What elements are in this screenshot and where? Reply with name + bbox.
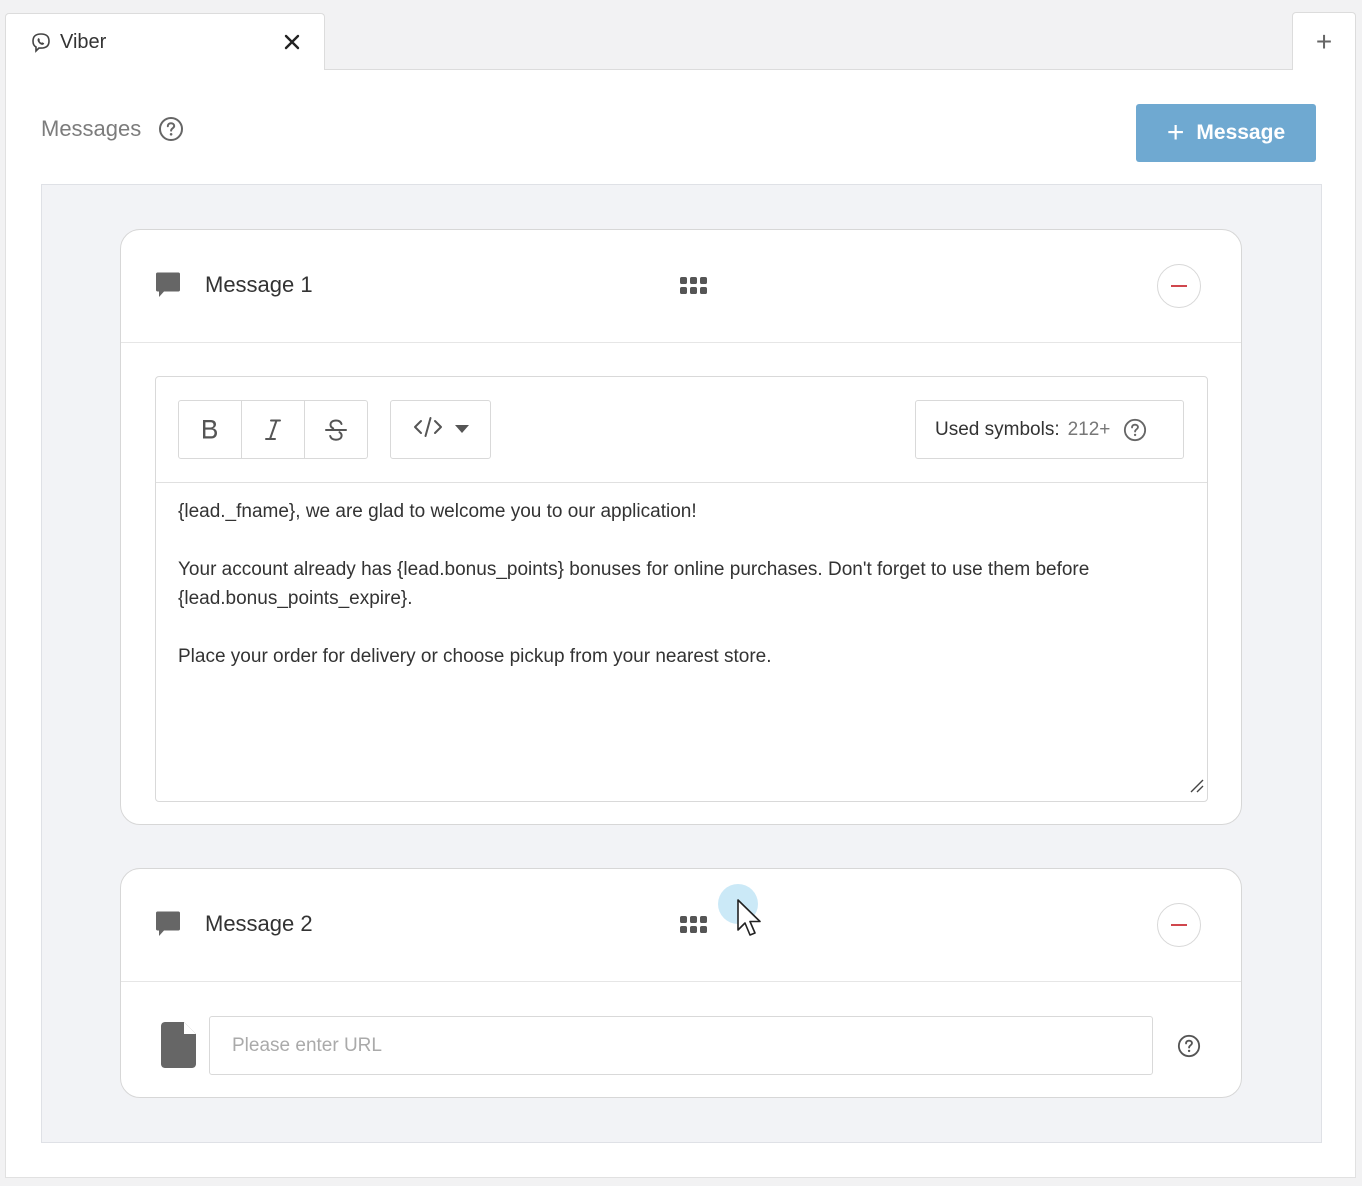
message-text-area[interactable]: {lead._fname}, we are glad to welcome yo… (178, 497, 1193, 700)
mouse-pointer-icon (737, 899, 763, 946)
tabs-bar: Viber + (0, 0, 1362, 71)
file-icon (161, 1022, 197, 1073)
close-icon[interactable] (282, 32, 302, 52)
add-message-button[interactable]: + Message (1136, 104, 1316, 162)
text-line: Your account already has {lead.bonus_poi… (178, 559, 1090, 609)
code-icon (413, 416, 443, 443)
minus-icon (1171, 285, 1187, 287)
help-circle-icon[interactable] (1122, 417, 1148, 443)
drag-handle-icon[interactable] (680, 277, 708, 302)
url-input[interactable] (209, 1016, 1153, 1075)
message-card-1: Message 1 Used symbols: 212+ {lead._fnam… (120, 229, 1242, 825)
message-card-header: Message 2 (121, 869, 1241, 982)
resize-handle-icon[interactable] (1188, 777, 1204, 798)
section-header: Messages (41, 116, 184, 142)
editor-toolbar: Used symbols: 212+ (156, 377, 1207, 483)
messages-panel: Messages + Message Message 1 Used symbol… (5, 70, 1356, 1178)
chat-bubble-icon (154, 271, 182, 304)
chevron-down-icon (454, 421, 469, 439)
bold-button[interactable] (179, 401, 242, 458)
viber-icon (30, 32, 52, 54)
message-title: Message 2 (205, 911, 313, 936)
remove-message-button[interactable] (1157, 264, 1201, 308)
messages-area: Message 1 Used symbols: 212+ {lead._fnam… (41, 184, 1322, 1143)
drag-handle-icon[interactable] (680, 916, 708, 941)
help-circle-icon[interactable] (158, 116, 184, 142)
insert-code-dropdown[interactable] (390, 400, 491, 459)
message-editor: Used symbols: 212+ {lead._fname}, we are… (155, 376, 1208, 802)
message-card-2: Message 2 (120, 868, 1242, 1098)
format-button-group (178, 400, 368, 459)
section-title: Messages (41, 116, 142, 141)
add-tab-button[interactable]: + (1292, 12, 1356, 70)
add-message-label: Message (1196, 121, 1286, 144)
minus-icon (1171, 924, 1187, 926)
chat-bubble-icon (154, 910, 182, 943)
text-line: Place your order for delivery or choose … (178, 646, 772, 667)
remove-message-button[interactable] (1157, 903, 1201, 947)
message-card-header: Message 1 (121, 230, 1241, 343)
text-line: {lead._fname}, we are glad to welcome yo… (178, 501, 697, 522)
italic-button[interactable] (242, 401, 305, 458)
message-title: Message 1 (205, 272, 313, 297)
used-symbols-label: Used symbols: (935, 418, 1060, 440)
strikethrough-button[interactable] (305, 401, 367, 458)
tab-title: Viber (60, 31, 107, 53)
used-symbols-count: 212+ (1067, 418, 1111, 440)
plus-icon: + (1166, 116, 1185, 149)
url-row (121, 982, 1241, 1097)
tab-viber[interactable]: Viber (5, 13, 325, 71)
used-symbols-counter: Used symbols: 212+ (915, 400, 1184, 459)
help-circle-icon[interactable] (1176, 1033, 1202, 1059)
